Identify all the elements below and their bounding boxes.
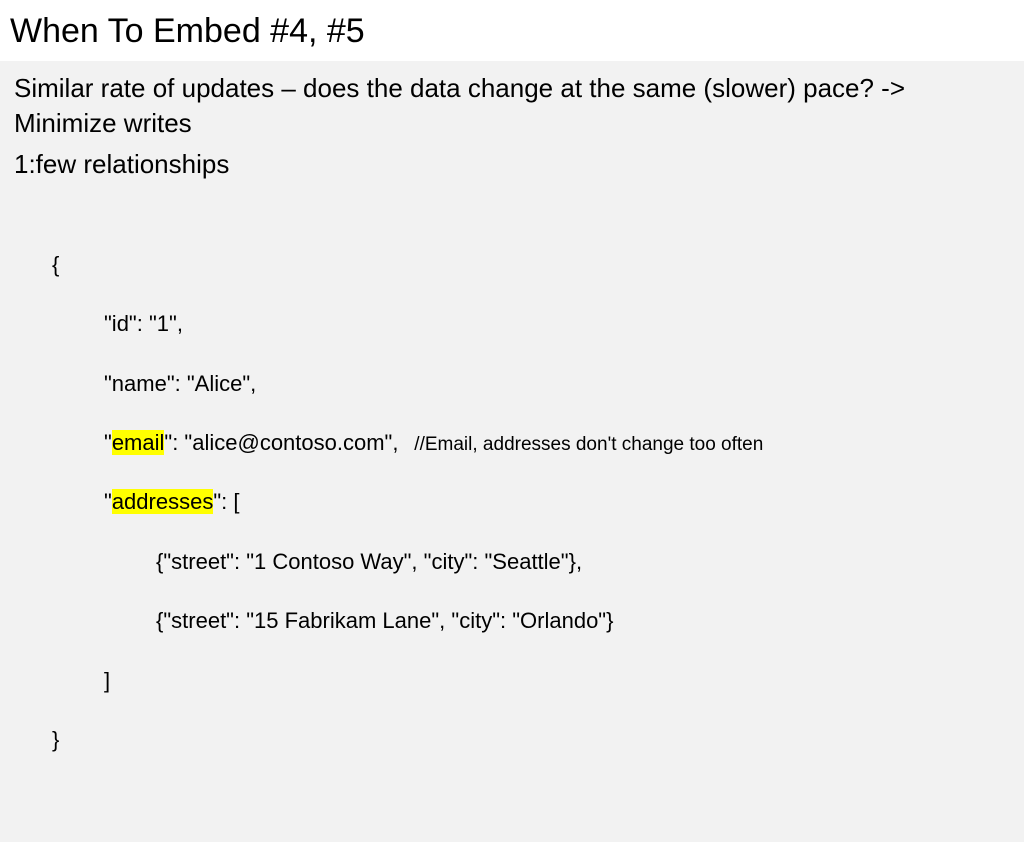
bullet-point-2: 1:few relationships bbox=[14, 147, 1010, 182]
slide-title: When To Embed #4, #5 bbox=[0, 0, 1024, 61]
quote: " bbox=[104, 489, 112, 514]
code-line-addr1: {"street": "1 Contoso Way", "city": "Sea… bbox=[52, 547, 1010, 577]
code-comment: //Email, addresses don't change too ofte… bbox=[398, 434, 763, 455]
code-line-addr2: {"street": "15 Fabrikam Lane", "city": "… bbox=[52, 606, 1010, 636]
code-line-open: { bbox=[52, 250, 1010, 280]
slide: When To Embed #4, #5 Similar rate of upd… bbox=[0, 0, 1024, 576]
code-line-close: } bbox=[52, 725, 1010, 755]
highlight-addresses: addresses bbox=[112, 489, 214, 514]
quote: " bbox=[104, 430, 112, 455]
code-example: { "id": "1", "name": "Alice", "email": "… bbox=[52, 220, 1010, 814]
code-line-name: "name": "Alice", bbox=[52, 369, 1010, 399]
code-line-closearr: ] bbox=[52, 666, 1010, 696]
slide-body: Similar rate of updates – does the data … bbox=[0, 61, 1024, 842]
bullet-point-1: Similar rate of updates – does the data … bbox=[14, 71, 1010, 141]
code-line-addresses: "addresses": [ bbox=[52, 487, 1010, 517]
code-line-id: "id": "1", bbox=[52, 309, 1010, 339]
highlight-email: email bbox=[112, 430, 165, 455]
addresses-rest: ": [ bbox=[213, 489, 239, 514]
email-rest: ": "alice@contoso.com", bbox=[164, 430, 398, 455]
code-line-email: "email": "alice@contoso.com", //Email, a… bbox=[52, 428, 1010, 458]
